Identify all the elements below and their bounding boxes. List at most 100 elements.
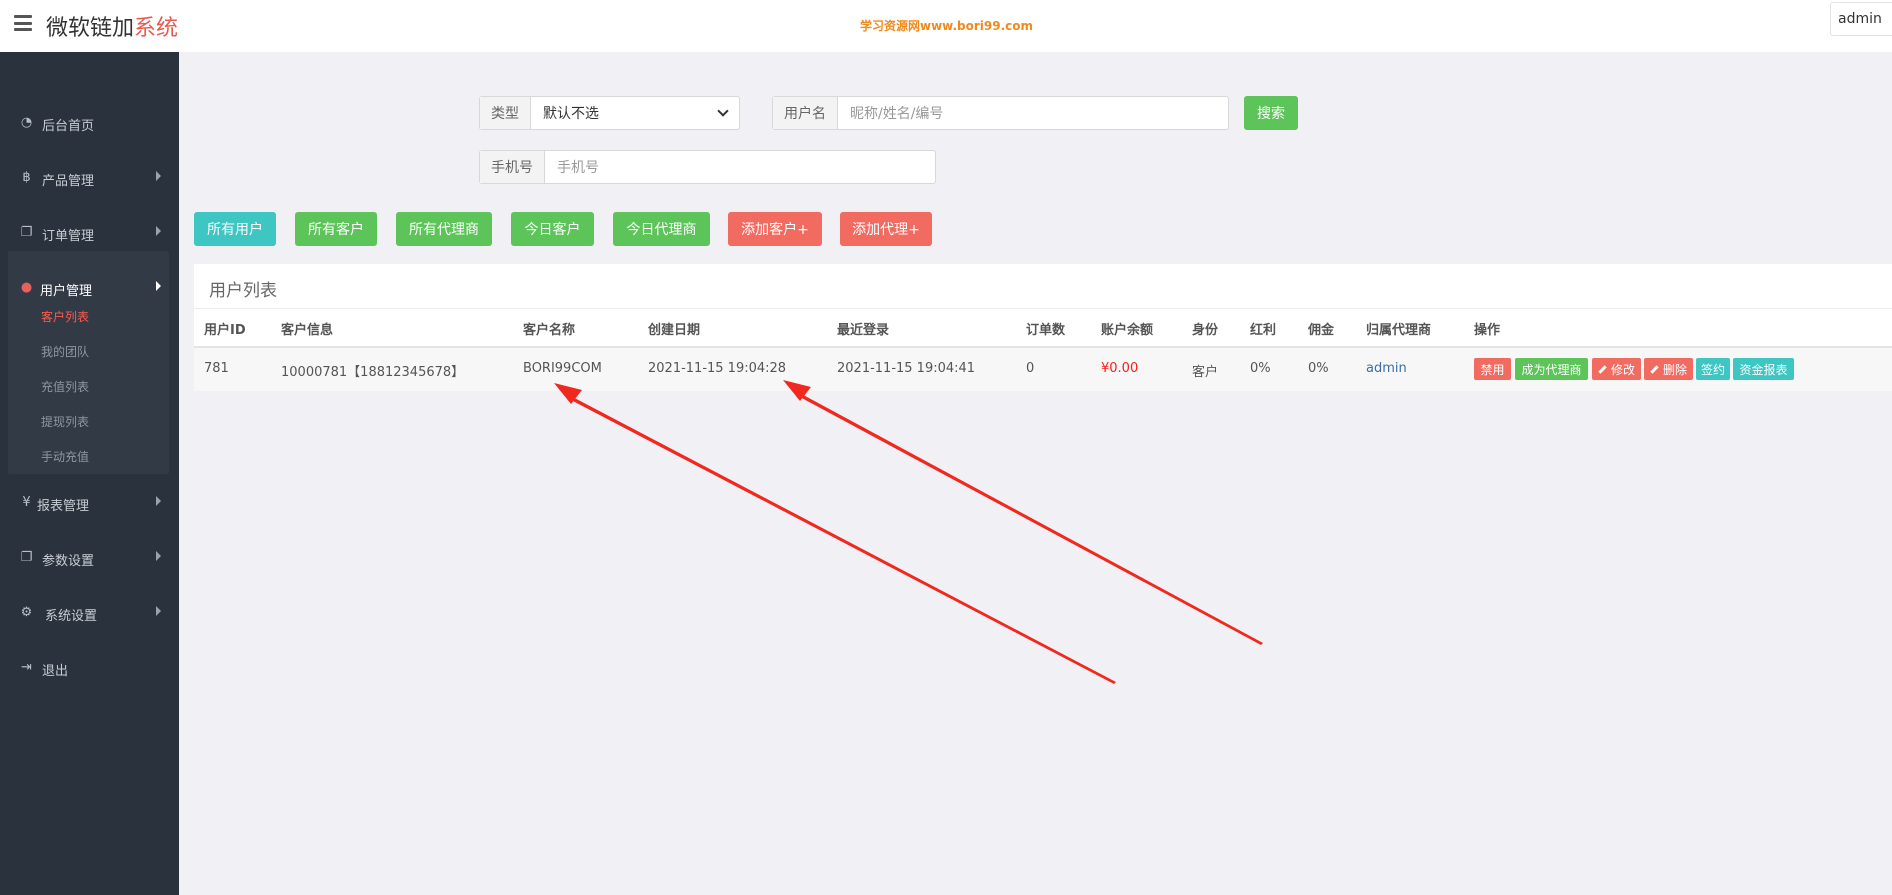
user-menu[interactable]: admin: [1830, 2, 1892, 36]
sidebar-subitem-customer-list[interactable]: 客户列表: [41, 308, 89, 325]
edit-button-label: 修改: [1610, 362, 1635, 377]
filter-today-customers-button[interactable]: 今日客户: [511, 212, 594, 246]
type-filter: 类型 默认不选: [479, 96, 740, 130]
sidebar-subitem-recharge-list[interactable]: 充值列表: [41, 378, 89, 395]
column-header: 账户余额: [1101, 323, 1154, 338]
watermark-text: 学习资源网www.bori99.com: [860, 19, 1034, 33]
chevron-down-icon: [717, 105, 729, 117]
user-icon: ●: [20, 280, 33, 295]
cell-order-count: 0: [1026, 361, 1035, 376]
sidebar-item-label: 系统设置: [45, 609, 98, 624]
filter-all-agents-button[interactable]: 所有代理商: [396, 212, 492, 246]
sign-contract-button[interactable]: 签约: [1696, 358, 1730, 380]
arrow-to-customer-name: [565, 393, 1116, 684]
add-agent-button[interactable]: 添加代理+: [840, 212, 932, 246]
sidebar-subitem-withdraw-list[interactable]: 提现列表: [41, 413, 89, 430]
sidebar-item-label: 报表管理: [37, 499, 90, 514]
filter-all-customers-button[interactable]: 所有客户: [295, 212, 377, 246]
username-input[interactable]: 昵称/姓名/编号: [838, 97, 1228, 129]
table-row: 781 10000781【18812345678】 BORI99COM 2021…: [194, 348, 1892, 391]
sidebar-item-label: 订单管理: [42, 229, 95, 244]
cell-agent-link[interactable]: admin: [1366, 361, 1407, 376]
menu-toggle-icon[interactable]: [14, 15, 32, 31]
yen-icon: ¥: [22, 495, 31, 510]
type-select[interactable]: 默认不选: [531, 97, 739, 129]
sidebar-item-label: 产品管理: [42, 174, 95, 189]
filter-all-users-button[interactable]: 所有用户: [194, 212, 276, 246]
phone-input[interactable]: 手机号: [545, 151, 935, 183]
add-customer-button[interactable]: 添加客户+: [728, 212, 822, 246]
gears-icon: ⚙: [20, 605, 33, 620]
delete-button[interactable]: 删除: [1644, 358, 1693, 380]
column-header: 创建日期: [648, 323, 701, 338]
cell-balance: ¥0.00: [1101, 361, 1139, 376]
sidebar-item-label: 用户管理: [40, 284, 93, 299]
cell-customer-info: 10000781【18812345678】: [281, 365, 465, 380]
arrow-to-created-date: [794, 390, 1263, 645]
make-agent-button[interactable]: 成为代理商: [1515, 358, 1588, 380]
phone-label: 手机号: [480, 151, 545, 183]
top-header: 微软链加系统 学习资源网www.bori99.com admin: [0, 0, 1892, 52]
sign-out-icon: ⇥: [21, 660, 32, 675]
column-header: 佣金: [1308, 323, 1335, 338]
sidebar-item-label: 退出: [42, 664, 69, 679]
fund-report-button[interactable]: 资金报表: [1733, 358, 1794, 380]
sidebar-item-dashboard[interactable]: ◔ 后台首页: [0, 105, 179, 143]
edit-button[interactable]: 修改: [1592, 358, 1641, 380]
column-header: 操作: [1474, 323, 1501, 338]
copy-icon: ❐: [20, 550, 33, 565]
column-header: 最近登录: [837, 323, 890, 338]
cell-customer-name: BORI99COM: [523, 361, 602, 376]
sidebar-item-parameters[interactable]: ❐ 参数设置: [0, 540, 179, 578]
sidebar-item-system-settings[interactable]: ⚙ 系统设置: [0, 595, 179, 633]
sidebar-item-users[interactable]: ● 用户管理: [0, 270, 179, 308]
sidebar-item-label: 后台首页: [42, 119, 95, 134]
sidebar-item-reports[interactable]: ¥ 报表管理: [0, 485, 179, 523]
caret-right-icon: [156, 551, 161, 561]
user-list-panel: 用户列表 用户ID 客户信息 客户名称 创建日期 最近登录 订单数 账户余额 身…: [194, 264, 1892, 391]
column-header: 身份: [1192, 323, 1219, 338]
column-header: 红利: [1250, 323, 1277, 338]
type-select-value: 默认不选: [543, 106, 599, 122]
column-header: 客户信息: [281, 323, 334, 338]
sidebar-item-label: 参数设置: [42, 554, 95, 569]
type-label: 类型: [480, 97, 531, 129]
column-header: 客户名称: [523, 323, 576, 338]
dashboard-icon: ◔: [20, 115, 33, 130]
brand-accent: 系统: [134, 16, 179, 41]
annotation-arrows: [554, 380, 1263, 684]
cell-role: 客户: [1192, 365, 1219, 380]
delete-button-label: 删除: [1662, 362, 1687, 377]
pencil-icon: [1650, 364, 1659, 374]
search-button[interactable]: 搜索: [1244, 96, 1298, 130]
username-label: 用户名: [773, 97, 838, 129]
caret-right-icon: [156, 281, 161, 291]
phone-filter: 手机号 手机号: [479, 150, 936, 184]
sidebar-subitem-my-team[interactable]: 我的团队: [41, 343, 89, 360]
filter-today-agents-button[interactable]: 今日代理商: [613, 212, 710, 246]
app-title: 微软链加系统: [46, 10, 178, 42]
panel-title: 用户列表: [209, 281, 277, 301]
sidebar-item-logout[interactable]: ⇥ 退出: [0, 650, 179, 688]
cell-created-date: 2021-11-15 19:04:28: [648, 361, 787, 376]
cell-bonus: 0%: [1250, 361, 1271, 376]
caret-right-icon: [156, 496, 161, 506]
bitcoin-icon: ฿: [22, 170, 31, 185]
column-header: 订单数: [1026, 323, 1066, 338]
sidebar-subitem-manual-recharge[interactable]: 手动充值: [41, 448, 89, 465]
sidebar: ◔ 后台首页 ฿ 产品管理 ❐ 订单管理 ● 用户管理 客户列表 我的团队 充值…: [0, 52, 179, 895]
disable-button[interactable]: 禁用: [1474, 358, 1511, 380]
sidebar-item-products[interactable]: ฿ 产品管理: [0, 160, 179, 198]
caret-right-icon: [156, 226, 161, 236]
cell-last-login: 2021-11-15 19:04:41: [837, 361, 976, 376]
caret-right-icon: [156, 606, 161, 616]
caret-right-icon: [156, 171, 161, 181]
divider: [194, 308, 1892, 309]
column-header: 归属代理商: [1366, 323, 1432, 338]
sidebar-item-orders[interactable]: ❐ 订单管理: [0, 215, 179, 253]
column-header: 用户ID: [204, 323, 246, 338]
copy-icon: ❐: [20, 225, 33, 240]
cell-commission: 0%: [1308, 361, 1329, 376]
cell-user-id: 781: [204, 361, 229, 376]
username-filter: 用户名 昵称/姓名/编号: [772, 96, 1229, 130]
